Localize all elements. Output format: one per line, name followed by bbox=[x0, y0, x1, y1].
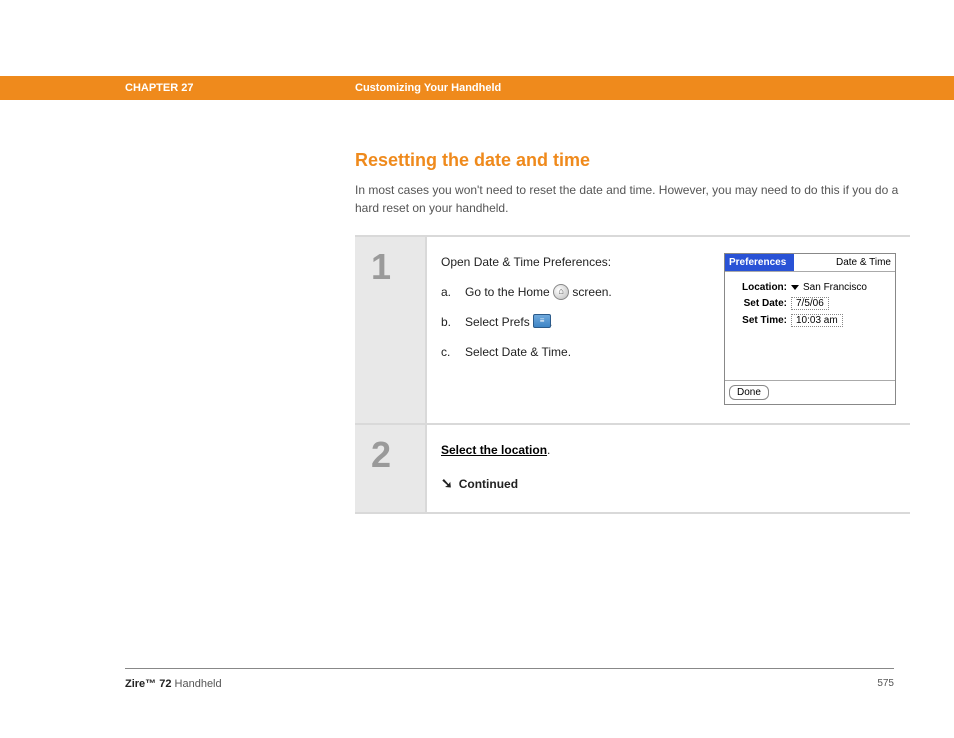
substep-c: c. Select Date & Time. bbox=[441, 343, 704, 361]
ss-date-value[interactable]: 7/5/06 bbox=[791, 297, 829, 310]
header-title: Customizing Your Handheld bbox=[355, 82, 501, 94]
ss-date-label: Set Date: bbox=[733, 298, 791, 309]
ss-time-value[interactable]: 10:03 am bbox=[791, 314, 843, 327]
step-1-body: Open Date & Time Preferences: a. Go to t… bbox=[425, 237, 910, 423]
ss-date-row: Set Date: 7/5/06 bbox=[733, 297, 887, 310]
step-2-body: Select the location. ➘ Continued bbox=[425, 425, 910, 512]
step-2-row: 2 Select the location. ➘ Continued bbox=[355, 425, 910, 512]
ss-time-label: Set Time: bbox=[733, 315, 791, 326]
step-2-number-cell: 2 bbox=[355, 425, 425, 512]
continued-row: ➘ Continued bbox=[441, 473, 896, 494]
step-1-lead: Open Date & Time Preferences: bbox=[441, 253, 704, 271]
step-2-text: Select the location. ➘ Continued bbox=[441, 441, 896, 494]
preferences-screenshot: Preferences Date & Time Location: San Fr… bbox=[724, 253, 896, 405]
ss-title-right: Date & Time bbox=[836, 257, 891, 268]
ss-date-text: 7/5/06 bbox=[791, 297, 829, 310]
ss-footer: Done bbox=[725, 380, 895, 404]
ss-body: Location: San Francisco Set Date: 7/5/06 bbox=[725, 272, 895, 380]
step-1-row: 1 Open Date & Time Preferences: a. Go to… bbox=[355, 237, 910, 425]
substep-b-pre: Select Prefs bbox=[465, 315, 530, 329]
select-location-link[interactable]: Select the location bbox=[441, 443, 547, 457]
section-heading: Resetting the date and time bbox=[355, 150, 910, 171]
step-2-period: . bbox=[547, 443, 550, 457]
substep-b: b. Select Prefs ≡ . bbox=[441, 313, 704, 331]
ss-time-row: Set Time: 10:03 am bbox=[733, 314, 887, 327]
step-1-number: 1 bbox=[371, 249, 391, 285]
header-band: CHAPTER 27 Customizing Your Handheld bbox=[0, 76, 954, 100]
footer-brand: Zire™ 72 bbox=[125, 678, 171, 690]
content-area: Resetting the date and time In most case… bbox=[355, 150, 910, 514]
step-2-number: 2 bbox=[371, 437, 391, 473]
footer-divider bbox=[125, 668, 894, 669]
substep-c-text: Select Date & Time. bbox=[465, 345, 571, 359]
ss-location-value[interactable]: San Francisco bbox=[791, 282, 867, 293]
step-1-substeps: a. Go to the Home ⌂ screen. b. Select Pr… bbox=[441, 283, 704, 361]
ss-location-label: Location: bbox=[733, 282, 791, 293]
chapter-label: CHAPTER 27 bbox=[125, 82, 193, 94]
substep-a-pre: Go to the Home bbox=[465, 285, 550, 299]
step-1-text: Open Date & Time Preferences: a. Go to t… bbox=[441, 253, 704, 405]
prefs-icon: ≡ bbox=[533, 314, 549, 330]
home-icon: ⌂ bbox=[553, 284, 569, 300]
done-button[interactable]: Done bbox=[729, 385, 769, 400]
substep-a-post: screen. bbox=[572, 285, 611, 299]
ss-time-text: 10:03 am bbox=[791, 314, 843, 327]
footer-page-number: 575 bbox=[877, 678, 894, 689]
ss-location-row: Location: San Francisco bbox=[733, 282, 887, 293]
dropdown-arrow-icon bbox=[791, 285, 799, 290]
ss-titlebar: Preferences Date & Time bbox=[725, 254, 895, 272]
ss-title-left: Preferences bbox=[725, 254, 794, 271]
steps-container: 1 Open Date & Time Preferences: a. Go to… bbox=[355, 235, 910, 514]
ss-location-text: San Francisco bbox=[803, 282, 867, 293]
footer-product-suffix: Handheld bbox=[171, 678, 221, 690]
footer-product: Zire™ 72 Handheld bbox=[125, 678, 222, 690]
continued-arrow-icon: ➘ bbox=[441, 473, 453, 494]
step-1-number-cell: 1 bbox=[355, 237, 425, 423]
substep-a: a. Go to the Home ⌂ screen. bbox=[441, 283, 704, 301]
intro-text: In most cases you won't need to reset th… bbox=[355, 181, 910, 217]
continued-label: Continued bbox=[459, 475, 518, 493]
